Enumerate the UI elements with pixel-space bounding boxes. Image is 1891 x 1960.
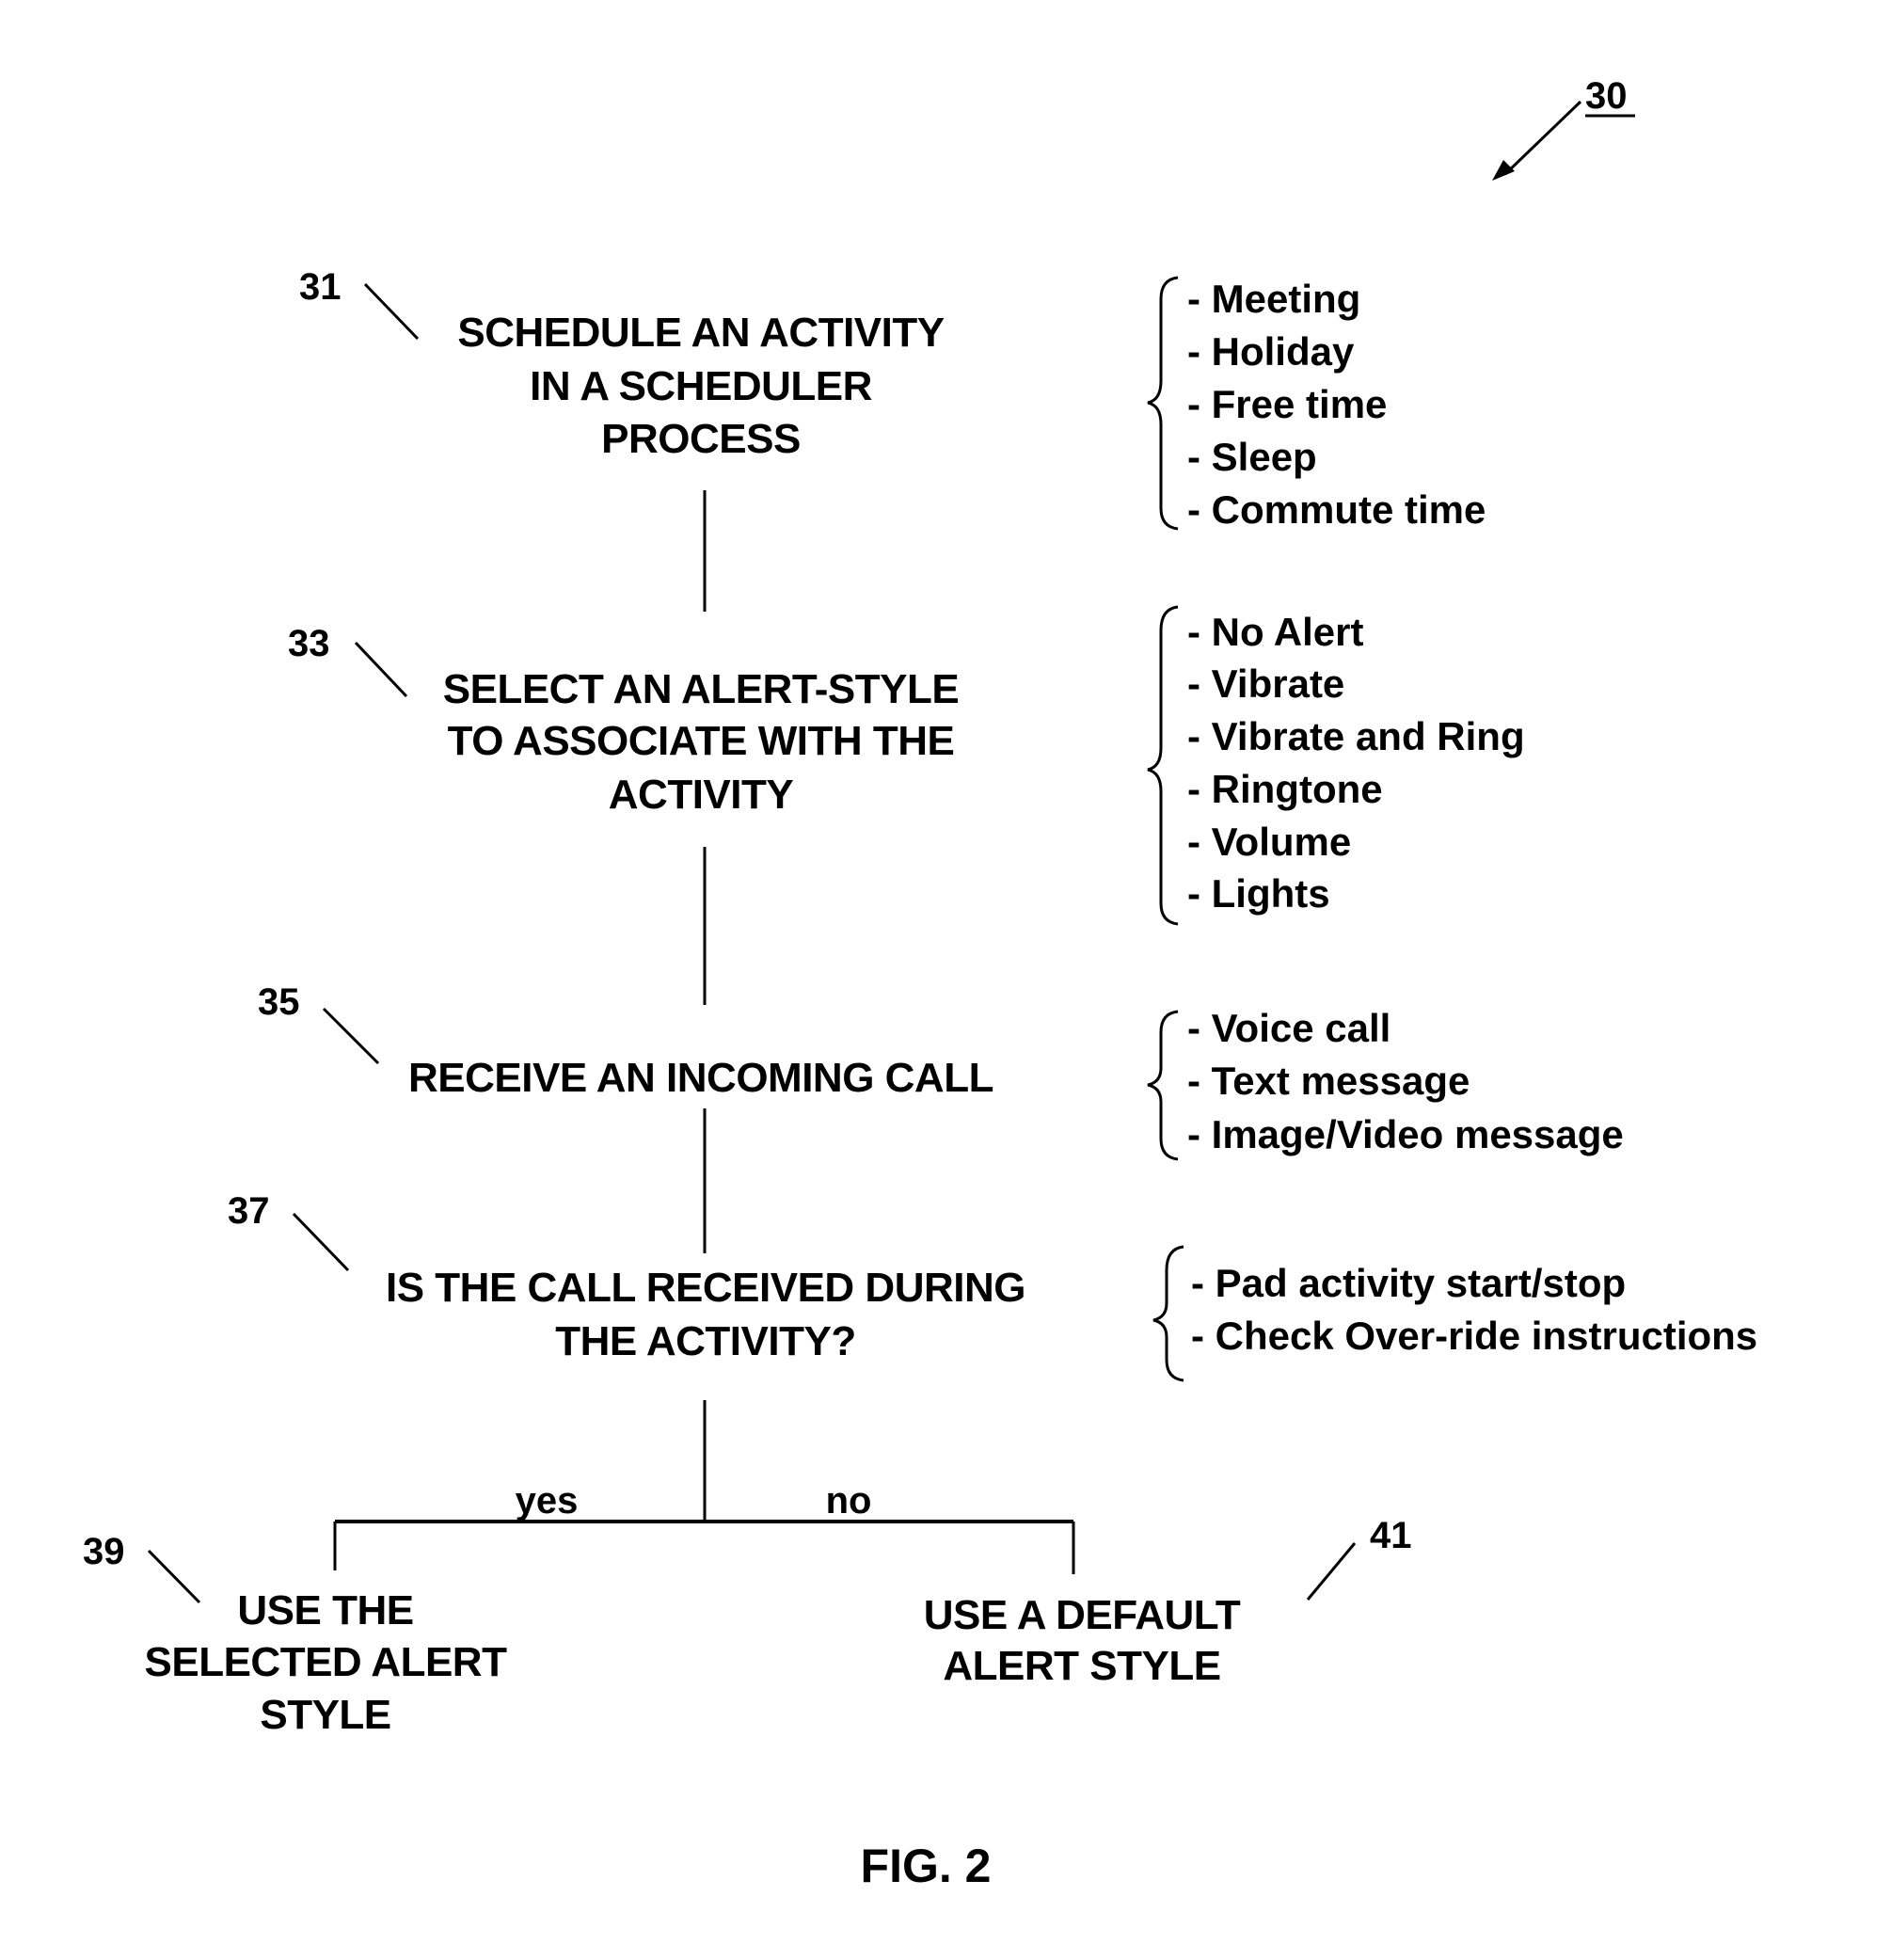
step-33-options: - No Alert - Vibrate - Vibrate and Ring … bbox=[1147, 605, 1525, 926]
step-ref-number: 31 bbox=[299, 266, 342, 308]
curly-brace bbox=[1147, 276, 1179, 531]
figure-caption: FIG. 2 bbox=[861, 1840, 992, 1892]
step-37-options: - Pad activity start/stop - Check Over-r… bbox=[1152, 1245, 1757, 1382]
step-text-line: USE THE bbox=[237, 1587, 413, 1633]
curly-brace bbox=[1147, 605, 1179, 926]
option-item: - Image/Video message bbox=[1187, 1112, 1624, 1156]
step-text-line: SELECTED ALERT bbox=[145, 1639, 508, 1685]
step-text-line: ACTIVITY bbox=[609, 772, 794, 818]
leader-line bbox=[363, 282, 420, 341]
step-text-line: IS THE CALL RECEIVED DURING bbox=[386, 1265, 1025, 1311]
step-31-options: - Meeting - Holiday - Free time - Sleep … bbox=[1147, 276, 1486, 532]
step-text-line: SCHEDULE AN ACTIVITY bbox=[457, 310, 944, 356]
option-item: - Volume bbox=[1187, 820, 1351, 864]
option-item: - Check Over-ride instructions bbox=[1191, 1314, 1757, 1358]
step-ref-number: 33 bbox=[288, 623, 330, 664]
step-35-options: - Voice call - Text message - Image/Vide… bbox=[1147, 1006, 1624, 1161]
option-item: - Vibrate bbox=[1187, 661, 1344, 706]
leader-line bbox=[322, 1007, 380, 1065]
option-item: - Text message bbox=[1187, 1059, 1470, 1103]
option-item: - Meeting bbox=[1187, 277, 1360, 321]
curly-brace bbox=[1152, 1245, 1184, 1382]
figure-ref-number: 30 bbox=[1585, 75, 1628, 117]
branch-label-yes: yes bbox=[516, 1480, 579, 1522]
step-text-line: STYLE bbox=[260, 1692, 390, 1738]
leader-line bbox=[292, 1212, 350, 1272]
step-ref-number: 37 bbox=[228, 1190, 270, 1232]
option-item: - Vibrate and Ring bbox=[1187, 714, 1525, 758]
step-35: 35 RECEIVE AN INCOMING CALL bbox=[258, 981, 993, 1101]
step-text-line: ALERT STYLE bbox=[943, 1643, 1220, 1689]
figure-ref-arrow-shaft bbox=[1503, 100, 1582, 176]
option-item: - No Alert bbox=[1187, 610, 1363, 654]
step-ref-number: 39 bbox=[83, 1531, 125, 1572]
step-text-line: TO ASSOCIATE WITH THE bbox=[448, 718, 955, 764]
option-item: - Free time bbox=[1187, 382, 1387, 426]
option-item: - Ringtone bbox=[1187, 767, 1383, 811]
step-text-line: THE ACTIVITY? bbox=[555, 1318, 855, 1364]
option-item: - Pad activity start/stop bbox=[1191, 1261, 1626, 1305]
option-item: - Sleep bbox=[1187, 435, 1317, 479]
step-ref-number: 35 bbox=[258, 981, 300, 1023]
leader-line bbox=[147, 1549, 201, 1604]
figure-reference: 30 bbox=[1492, 75, 1635, 181]
step-ref-number: 41 bbox=[1370, 1515, 1412, 1556]
option-item: - Holiday bbox=[1187, 329, 1355, 374]
option-item: - Lights bbox=[1187, 871, 1330, 916]
leader-line bbox=[354, 641, 408, 698]
step-text-line: IN A SCHEDULER bbox=[530, 363, 872, 409]
arrow-head-icon bbox=[1492, 160, 1515, 181]
flowchart-diagram: 30 31 SCHEDULE AN ACTIVITY IN A SCHEDULE… bbox=[83, 75, 1757, 1892]
step-37: 37 IS THE CALL RECEIVED DURING THE ACTIV… bbox=[228, 1190, 1025, 1364]
step-text-line: SELECT AN ALERT-STYLE bbox=[443, 666, 959, 712]
decision-branch: yes no bbox=[333, 1400, 1075, 1574]
branch-label-no: no bbox=[826, 1480, 872, 1522]
step-39: 39 USE THE SELECTED ALERT STYLE bbox=[83, 1531, 508, 1738]
step-31: 31 SCHEDULE AN ACTIVITY IN A SCHEDULER P… bbox=[299, 266, 945, 462]
step-text-line: PROCESS bbox=[601, 416, 801, 462]
step-33: 33 SELECT AN ALERT-STYLE TO ASSOCIATE WI… bbox=[288, 623, 960, 818]
curly-brace bbox=[1147, 1010, 1179, 1161]
option-item: - Voice call bbox=[1187, 1006, 1390, 1050]
step-41: 41 USE A DEFAULT ALERT STYLE bbox=[924, 1515, 1412, 1689]
option-item: - Commute time bbox=[1187, 487, 1486, 532]
leader-line bbox=[1306, 1542, 1357, 1601]
step-text-line: RECEIVE AN INCOMING CALL bbox=[408, 1055, 993, 1101]
step-text-line: USE A DEFAULT bbox=[924, 1592, 1241, 1638]
